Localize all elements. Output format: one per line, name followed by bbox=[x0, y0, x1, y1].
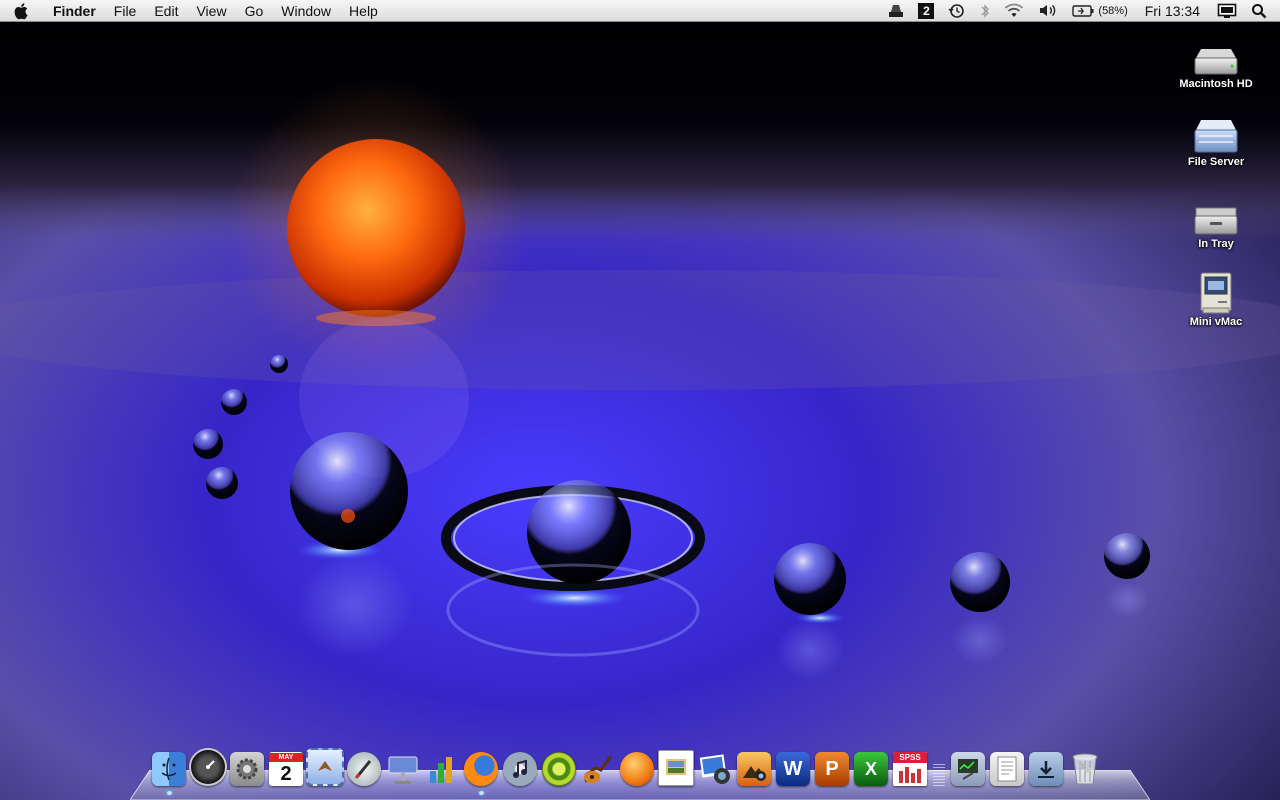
battery-icon[interactable]: (58%) bbox=[1065, 0, 1134, 22]
dock-item-iphoto[interactable] bbox=[696, 746, 734, 786]
dock: MAY 2 W P X SPSS bbox=[150, 746, 1104, 795]
menu-help[interactable]: Help bbox=[340, 0, 387, 22]
desktop-icon-macintosh-hd[interactable]: Macintosh HD bbox=[1166, 32, 1266, 90]
hard-drive-icon bbox=[1192, 32, 1240, 76]
spaces-number: 2 bbox=[918, 2, 935, 19]
dock-stack-documents[interactable] bbox=[988, 746, 1026, 786]
dock-item-keynote[interactable] bbox=[384, 746, 422, 786]
word-icon: W bbox=[776, 752, 810, 786]
menu-go[interactable]: Go bbox=[236, 0, 273, 22]
desktop-icon-file-server[interactable]: File Server bbox=[1166, 110, 1266, 168]
powerpoint-letter: P bbox=[825, 757, 839, 780]
in-tray-icon bbox=[1192, 192, 1240, 236]
volume-icon[interactable] bbox=[1031, 0, 1065, 22]
battery-percentage: (58%) bbox=[1098, 4, 1128, 17]
dock-item-spss[interactable]: SPSS bbox=[891, 746, 929, 786]
firefox-icon bbox=[464, 752, 498, 786]
dock-stack-downloads[interactable] bbox=[1027, 746, 1065, 786]
dock-item-numbers[interactable] bbox=[423, 746, 461, 786]
spaces-icon[interactable]: 2 bbox=[911, 0, 941, 22]
script-editor-icon bbox=[347, 752, 381, 786]
apple-menu-icon[interactable] bbox=[0, 0, 44, 22]
word-letter: W bbox=[783, 757, 803, 780]
menu-bar: Finder File Edit View Go Window Help 2 (… bbox=[0, 0, 1280, 22]
dock-item-mail[interactable] bbox=[306, 746, 344, 786]
downloads-stack-icon bbox=[1029, 752, 1063, 786]
menu-finder[interactable]: Finder bbox=[44, 0, 105, 22]
dock-item-itunes[interactable] bbox=[501, 746, 539, 786]
dock-item-dashboard[interactable] bbox=[189, 746, 227, 786]
desktop-icon-label: Macintosh HD bbox=[1179, 78, 1253, 90]
dock-item-trash[interactable] bbox=[1066, 746, 1104, 786]
dock-item-system-preferences[interactable] bbox=[228, 746, 266, 786]
system-preferences-icon bbox=[230, 752, 264, 786]
vlc-icon bbox=[620, 752, 654, 786]
dock-item-growl[interactable] bbox=[540, 746, 578, 786]
keynote-icon bbox=[386, 752, 420, 786]
utilities-stack-icon bbox=[951, 752, 985, 786]
desktop-icon-mini-vmac[interactable]: Mini vMac bbox=[1166, 270, 1266, 328]
numbers-icon bbox=[425, 752, 459, 786]
bluetooth-icon[interactable] bbox=[973, 0, 997, 22]
dock-stack-utilities[interactable] bbox=[949, 746, 987, 786]
dock-item-garageband[interactable] bbox=[579, 746, 617, 786]
drive-icon[interactable] bbox=[881, 0, 911, 22]
iphoto-icon bbox=[698, 752, 732, 786]
powerpoint-icon: P bbox=[815, 752, 849, 786]
dock-item-script-editor[interactable] bbox=[345, 746, 383, 786]
display-icon[interactable] bbox=[1210, 0, 1244, 22]
dock-item-finder[interactable] bbox=[150, 746, 188, 795]
spss-icon: SPSS bbox=[893, 752, 927, 786]
ical-icon: MAY 2 bbox=[269, 752, 303, 786]
ical-month: MAY bbox=[269, 752, 303, 762]
file-server-icon bbox=[1192, 110, 1240, 154]
menu-window[interactable]: Window bbox=[272, 0, 340, 22]
dock-separator[interactable] bbox=[930, 746, 948, 786]
itunes-icon bbox=[503, 752, 537, 786]
growl-icon bbox=[542, 752, 576, 786]
dock-item-ical[interactable]: MAY 2 bbox=[267, 746, 305, 786]
photo-booth-icon bbox=[737, 752, 771, 786]
excel-icon: X bbox=[854, 752, 888, 786]
mail-icon bbox=[306, 748, 344, 786]
desktop-icon-label: Mini vMac bbox=[1189, 316, 1243, 328]
dock-item-powerpoint[interactable]: P bbox=[813, 746, 851, 786]
menu-edit[interactable]: Edit bbox=[145, 0, 187, 22]
dock-item-vlc[interactable] bbox=[618, 746, 656, 786]
spss-label: SPSS bbox=[893, 752, 927, 763]
desktop-wallpaper bbox=[0, 0, 1280, 800]
menubar-clock[interactable]: Fri 13:34 bbox=[1135, 3, 1210, 19]
dock-item-word[interactable]: W bbox=[774, 746, 812, 786]
garageband-icon bbox=[581, 752, 615, 786]
menu-file[interactable]: File bbox=[105, 0, 146, 22]
excel-letter: X bbox=[864, 758, 877, 779]
dock-item-firefox[interactable] bbox=[462, 746, 500, 795]
trash-icon bbox=[1068, 752, 1102, 786]
dashboard-icon bbox=[189, 748, 227, 786]
time-machine-icon[interactable] bbox=[941, 0, 973, 22]
desktop-icon-label: File Server bbox=[1187, 156, 1245, 168]
mini-vmac-icon bbox=[1192, 270, 1240, 314]
menu-view[interactable]: View bbox=[187, 0, 235, 22]
preview-icon bbox=[658, 750, 694, 786]
documents-stack-icon bbox=[990, 752, 1024, 786]
finder-icon bbox=[152, 752, 186, 786]
ical-day: 2 bbox=[280, 762, 292, 785]
wifi-icon[interactable] bbox=[997, 0, 1031, 22]
desktop-icon-in-tray[interactable]: In Tray bbox=[1166, 192, 1266, 250]
desktop-icon-label: In Tray bbox=[1198, 238, 1234, 250]
spotlight-icon[interactable] bbox=[1244, 0, 1274, 22]
dock-item-preview[interactable] bbox=[657, 746, 695, 786]
dock-item-photo-booth[interactable] bbox=[735, 746, 773, 786]
dock-item-excel[interactable]: X bbox=[852, 746, 890, 786]
